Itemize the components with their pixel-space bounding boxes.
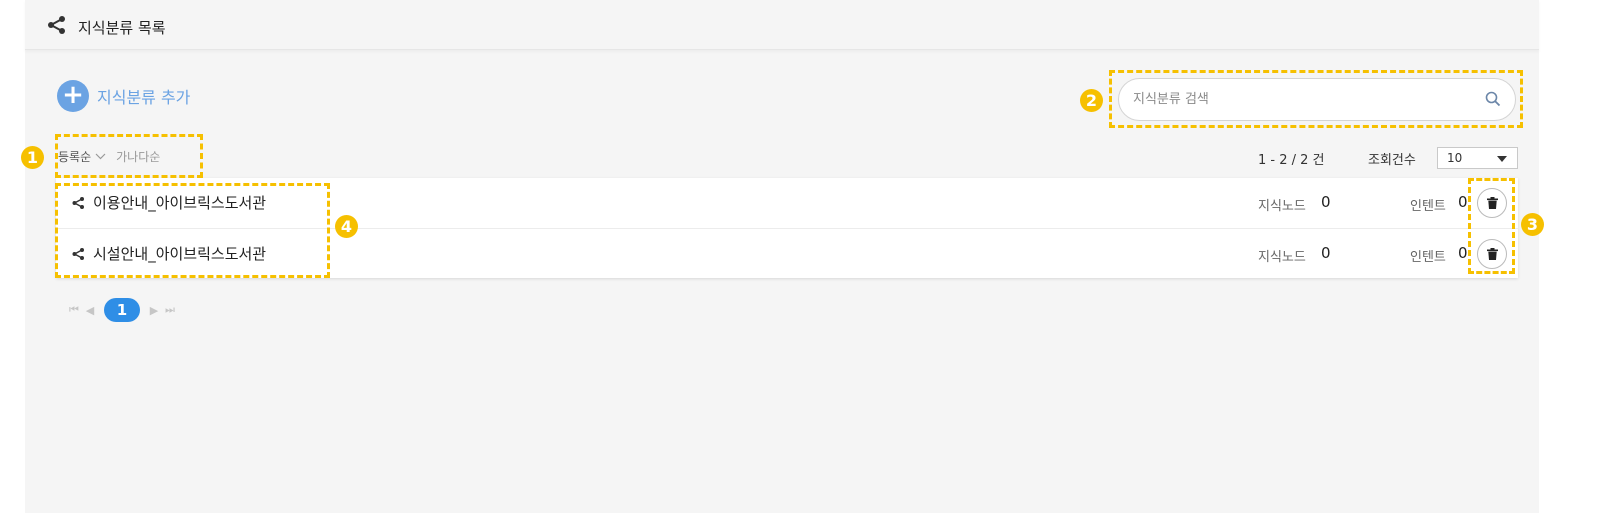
last-page-icon[interactable]: ⏭	[162, 303, 178, 317]
callout-box-sort	[55, 134, 203, 178]
callout-box-search	[1109, 70, 1523, 128]
intent-count-label: 인텐트	[1410, 250, 1446, 265]
result-count: 1 - 2 / 2 건	[1258, 153, 1325, 168]
rows-per-page-select[interactable]: 10	[1437, 147, 1518, 169]
first-page-icon[interactable]: ⏮	[66, 303, 82, 317]
node-count: 0	[1321, 244, 1331, 262]
page-title: 지식분류 목록	[78, 19, 166, 37]
rows-per-page-label: 조회건수	[1368, 153, 1416, 168]
intent-count-label: 인텐트	[1410, 199, 1446, 214]
pagination: ⏮ ◀ 1 ▶ ⏭	[66, 298, 178, 322]
callout-badge-1: 1	[21, 146, 44, 169]
share-icon	[48, 16, 65, 34]
callout-badge-2: 2	[1080, 89, 1103, 112]
callout-box-delete	[1468, 178, 1515, 274]
intent-count: 0	[1458, 244, 1468, 262]
node-count-label: 지식노드	[1258, 250, 1306, 265]
page-header: 지식분류 목록	[25, 0, 1539, 50]
plus-icon: +	[57, 80, 89, 112]
next-page-icon[interactable]: ▶	[146, 304, 162, 317]
add-category-button[interactable]: + 지식분류 추가	[57, 80, 190, 112]
caret-down-icon	[1497, 156, 1507, 162]
add-category-label: 지식분류 추가	[97, 88, 191, 107]
prev-page-icon[interactable]: ◀	[82, 304, 98, 317]
node-count-label: 지식노드	[1258, 199, 1306, 214]
callout-badge-4: 4	[335, 215, 358, 238]
callout-badge-3: 3	[1521, 213, 1544, 236]
page-number[interactable]: 1	[104, 298, 140, 322]
node-count: 0	[1321, 193, 1331, 211]
rows-per-page-value: 10	[1447, 151, 1463, 165]
intent-count: 0	[1458, 193, 1468, 211]
callout-box-list	[55, 183, 330, 278]
